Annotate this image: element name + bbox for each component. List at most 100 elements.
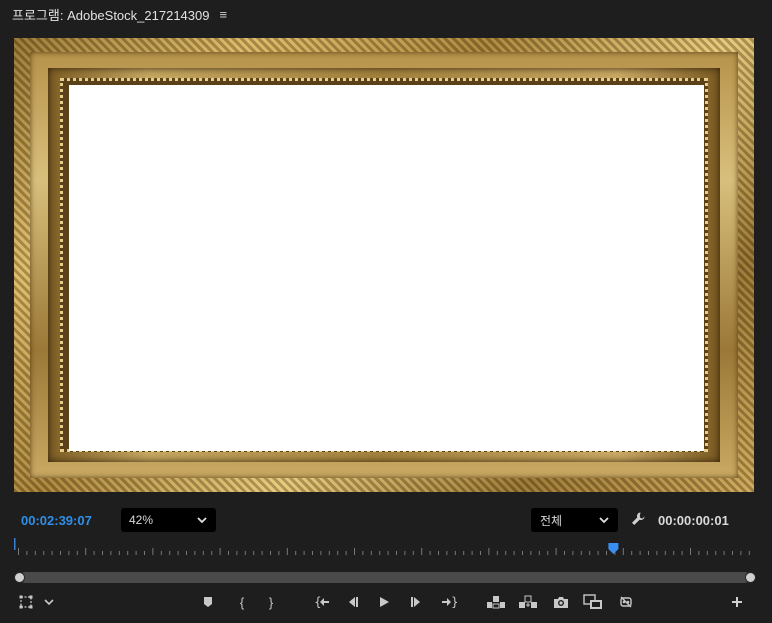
- mark-in-button[interactable]: {: [235, 592, 249, 612]
- ruler-tick: [370, 551, 372, 555]
- ruler-tick: [673, 551, 675, 555]
- lift-icon: [487, 596, 505, 609]
- scrollbar-handle-right[interactable]: [745, 572, 756, 583]
- ruler-tick: [118, 551, 120, 555]
- ruler-tick: [555, 548, 557, 555]
- playback-resolution-value: 전체: [540, 513, 563, 528]
- ruler-tick: [488, 548, 490, 555]
- ruler-tick: [664, 551, 666, 555]
- ruler-tick: [261, 551, 263, 555]
- scrollbar-handle-left[interactable]: [14, 572, 25, 583]
- frame-white-area: [69, 85, 704, 451]
- step-back-button[interactable]: [345, 592, 361, 612]
- zoom-scrollbar[interactable]: [14, 572, 756, 583]
- time-ruler[interactable]: [14, 538, 754, 558]
- ruler-tick: [219, 548, 221, 555]
- ruler-tick: [530, 551, 532, 555]
- vr-toggle-button[interactable]: [617, 592, 635, 612]
- current-timecode[interactable]: 00:02:39:07: [21, 513, 92, 528]
- step-forward-button[interactable]: [408, 592, 424, 612]
- ruler-tick: [706, 551, 708, 555]
- ruler-tick: [68, 551, 70, 555]
- ruler-tick: [698, 551, 700, 555]
- transport-controls: { } { }: [0, 592, 772, 614]
- ruler-tick: [135, 551, 137, 555]
- ruler-tick: [278, 551, 280, 555]
- ruler-tick: [18, 548, 19, 555]
- zoom-level-select[interactable]: 42%: [121, 508, 216, 532]
- mark-out-button[interactable]: }: [264, 592, 278, 612]
- panel-title[interactable]: 프로그램: AdobeStock_217214309: [12, 5, 209, 24]
- ruler-tick: [295, 551, 297, 555]
- ruler-tick: [480, 551, 481, 555]
- program-monitor-viewer[interactable]: [14, 38, 754, 492]
- ruler-tick: [513, 551, 515, 555]
- ruler-tick: [438, 551, 439, 555]
- add-marker-button[interactable]: [201, 592, 215, 612]
- ruler-tick: [43, 551, 45, 555]
- ruler-tick: [505, 551, 507, 555]
- ruler-tick: [547, 551, 549, 555]
- ruler-tick: [454, 551, 456, 555]
- go-to-in-icon: {: [314, 595, 329, 609]
- chevron-down-icon: [599, 517, 609, 524]
- monitor-controls-row: 00:02:39:07 42% 전체 00:00:00:01: [0, 506, 772, 534]
- mark-out-icon: }: [268, 594, 274, 610]
- playback-resolution-select[interactable]: 전체: [531, 508, 618, 532]
- lift-button[interactable]: [486, 592, 506, 612]
- ruler-tick: [85, 548, 87, 555]
- ruler-tick: [270, 551, 271, 555]
- plus-icon: [732, 597, 742, 607]
- go-to-in-button[interactable]: {: [313, 592, 331, 612]
- ruler-tick: [564, 551, 565, 555]
- hamburger-icon[interactable]: ≡: [219, 7, 227, 22]
- camera-icon: [554, 597, 568, 608]
- go-to-out-button[interactable]: }: [440, 592, 458, 612]
- ruler-tick: [606, 551, 607, 555]
- step-forward-icon: [411, 597, 420, 607]
- export-frame-button[interactable]: [552, 592, 570, 612]
- ruler-tick: [312, 551, 313, 555]
- ruler-tick: [496, 551, 498, 555]
- add-marker-icon: [204, 597, 212, 607]
- settings-dropdown-button[interactable]: [42, 592, 56, 612]
- play-icon: [380, 597, 389, 607]
- ruler-tick: [286, 548, 288, 555]
- playhead-icon[interactable]: [608, 543, 619, 554]
- ruler-tick: [102, 551, 103, 555]
- ruler-tick: [320, 551, 322, 555]
- safe-margins-icon: [19, 595, 33, 609]
- ruler-tick: [303, 551, 305, 555]
- ruler-tick: [681, 551, 683, 555]
- extract-icon: [519, 595, 537, 608]
- svg-text:}: }: [451, 595, 457, 609]
- play-button[interactable]: [377, 592, 391, 612]
- ruler-tick: [211, 551, 213, 555]
- wrench-icon[interactable]: [630, 511, 646, 527]
- ruler-tick: [446, 551, 448, 555]
- ruler-tick: [51, 551, 53, 555]
- ruler-tick: [34, 551, 36, 555]
- ruler-tick: [345, 551, 347, 555]
- ruler-tick: [110, 551, 112, 555]
- ruler-tick: [144, 551, 145, 555]
- safe-margins-button[interactable]: [18, 592, 34, 612]
- ruler-tick: [715, 551, 717, 555]
- mark-in-icon: {: [239, 594, 245, 610]
- ruler-tick: [732, 551, 733, 555]
- vr-icon: [620, 596, 632, 608]
- scrollbar-track[interactable]: [20, 572, 750, 583]
- ruler-tick: [396, 551, 397, 555]
- ruler-tick: [160, 551, 162, 555]
- ruler-tick: [236, 551, 238, 555]
- button-editor-button[interactable]: [729, 592, 745, 612]
- ruler-tick: [169, 551, 171, 555]
- ruler-tick: [404, 551, 406, 555]
- extract-button[interactable]: [518, 592, 538, 612]
- zoom-level-value: 42%: [129, 513, 154, 527]
- ruler-tick: [748, 551, 750, 555]
- ruler-tick: [337, 551, 339, 555]
- comparison-view-button[interactable]: [582, 592, 604, 612]
- ruler-tick: [186, 551, 187, 555]
- ruler-tick: [202, 551, 204, 555]
